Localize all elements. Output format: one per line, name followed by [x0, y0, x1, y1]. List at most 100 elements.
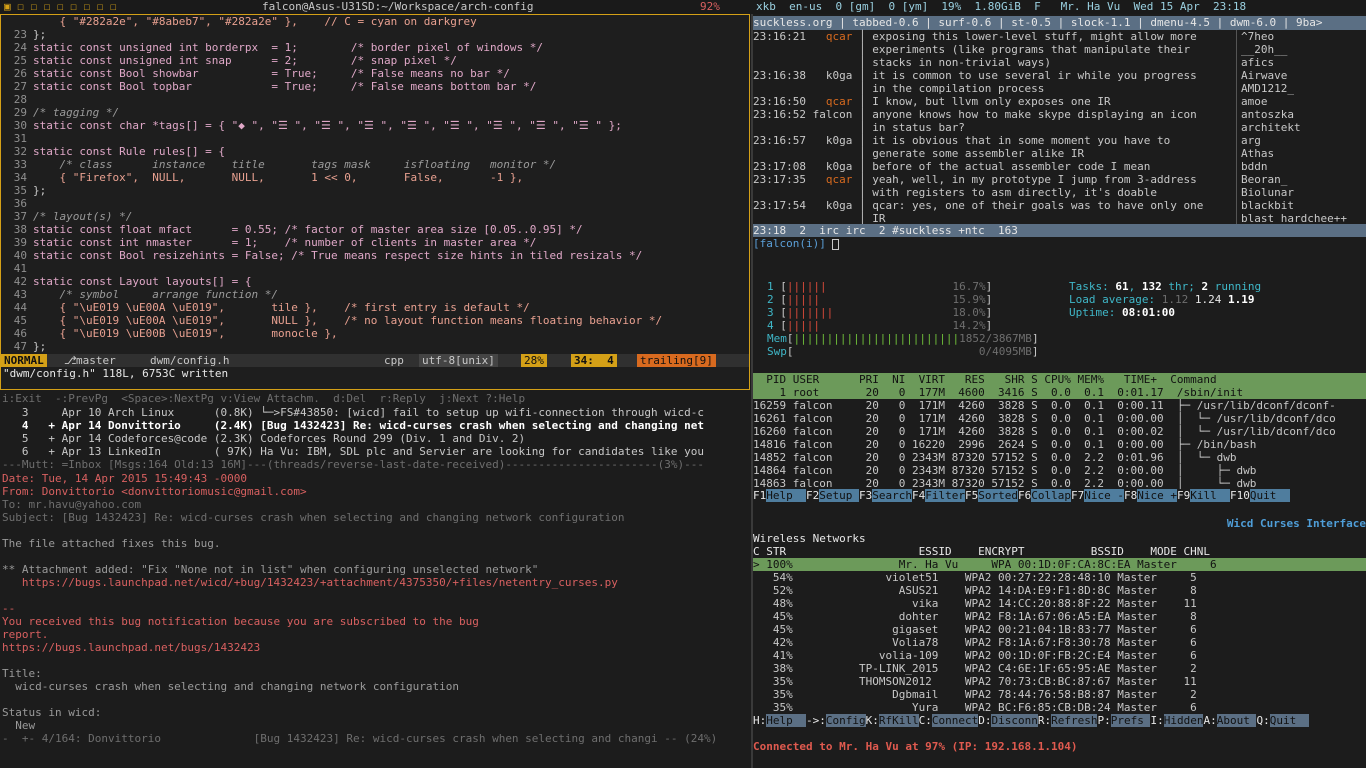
network-row[interactable]: 52% ASUS21 WPA2 14:DA:E9:F1:8D:8C Master…	[753, 584, 1366, 597]
nick-item[interactable]: Airwave	[1237, 69, 1366, 82]
network-row[interactable]: 54% violet51 WPA2 00:27:22:28:48:10 Mast…	[753, 571, 1366, 584]
wicd-network-list[interactable]: 54% violet51 WPA2 00:27:22:28:48:10 Mast…	[753, 571, 1366, 714]
network-row[interactable]: 45% gigaset WPA2 00:21:04:1B:83:77 Maste…	[753, 623, 1366, 636]
wicd-key-label[interactable]: Help	[766, 714, 806, 727]
htop-process-list[interactable]: 1 root 20 0 177M 4600 3416 S 0.0 0.1 0:0…	[753, 386, 1366, 490]
wicd-key-label[interactable]: Refresh	[1051, 714, 1098, 727]
nick-item[interactable]: arg	[1237, 134, 1366, 147]
tag-icons[interactable]: ▣ ☐ ☐ ☐ ☐ ☐ ☐ ☐ ☐	[4, 0, 117, 14]
nick-item[interactable]: bddn	[1237, 160, 1366, 173]
code-line[interactable]: 24 static const unsigned int borderpx = 1…	[3, 41, 747, 54]
wicd-key[interactable]: ->:	[806, 714, 826, 727]
code-line[interactable]: 38 static const float mfact = 0.55; /* fa…	[3, 223, 747, 236]
code-line[interactable]: 36	[3, 197, 747, 210]
mail-list-item[interactable]: 6 + Apr 13 LinkedIn ( 97K) Ha Vu: IBM, S…	[2, 445, 748, 458]
nick-item[interactable]: antoszka	[1237, 108, 1366, 121]
vim-buffer[interactable]: { "#282a2e", "#8abeb7", "#282a2e" }, // …	[3, 15, 747, 353]
wicd-key[interactable]: A:	[1203, 714, 1216, 727]
wicd-pane[interactable]: Wicd Curses Interface Wireless Networks …	[753, 515, 1366, 768]
code-line[interactable]: 34 { "Firefox", NULL, NULL, 1 << 0, Fals…	[3, 171, 747, 184]
wicd-key[interactable]: D:	[978, 714, 991, 727]
code-line[interactable]: 42 static const Layout layouts[] = {	[3, 275, 747, 288]
process-row[interactable]: 16260 falcon 20 0 171M 4260 3828 S 0.0 0…	[753, 425, 1366, 438]
fkey-f1[interactable]: F1	[753, 489, 767, 502]
network-row[interactable]: 48% vika WPA2 14:CC:20:88:8F:22 Master 1…	[753, 597, 1366, 610]
network-row[interactable]: 35% Yura WPA2 BC:F6:85:CB:DB:24 Master 6	[753, 701, 1366, 714]
wicd-key[interactable]: K:	[866, 714, 879, 727]
htop-pane[interactable]: 1 [|||||| 16.7%] 2 [||||| 15.9%] 3 [||||||…	[753, 278, 1366, 502]
code-line[interactable]: 31	[3, 132, 747, 145]
fkey-f3[interactable]: F3	[859, 489, 873, 502]
wicd-key[interactable]: C:	[919, 714, 932, 727]
mutt-message-list[interactable]: 3 Apr 10 Arch Linux (0.8K) └─>FS#43850: …	[2, 406, 748, 458]
fkey-f8[interactable]: F8	[1124, 489, 1138, 502]
process-row[interactable]: 16261 falcon 20 0 171M 4260 3828 S 0.0 0…	[753, 412, 1366, 425]
network-row[interactable]: 41% volia-109 WPA2 00:1D:0F:FB:2C:E4 Mas…	[753, 649, 1366, 662]
wicd-key-label[interactable]: Prefs	[1110, 714, 1151, 727]
mail-list-item[interactable]: 5 + Apr 14 Codeforces@code (2.3K) Codefo…	[2, 432, 748, 445]
fkey-f2[interactable]: F2	[806, 489, 820, 502]
nick-item[interactable]: amoe	[1237, 95, 1366, 108]
fkey-label[interactable]: Quit	[1249, 489, 1290, 502]
wicd-key[interactable]: Q:	[1256, 714, 1269, 727]
fkey-label[interactable]: Nice -	[1084, 489, 1124, 502]
wicd-key-label[interactable]: Config	[825, 714, 866, 727]
wicd-key-label[interactable]: Hidden	[1163, 714, 1204, 727]
code-line[interactable]: 41	[3, 262, 747, 275]
vim-cmdline[interactable]: "dwm/config.h" 118L, 6753C written	[3, 367, 747, 380]
process-row[interactable]: 14864 falcon 20 0 2343M 87320 57152 S 0.…	[753, 464, 1366, 477]
wicd-key[interactable]: I:	[1150, 714, 1163, 727]
code-line[interactable]: 23};	[3, 28, 747, 41]
network-row[interactable]: 38% TP-LINK_2015 WPA2 C4:6E:1F:65:95:AE …	[753, 662, 1366, 675]
wicd-key-label[interactable]: RfKill	[878, 714, 919, 727]
fkey-f10[interactable]: F10	[1230, 489, 1250, 502]
fkey-f9[interactable]: F9	[1177, 489, 1191, 502]
fkey-label[interactable]: Search	[872, 489, 912, 502]
code-line[interactable]: 25 static const unsigned int snap = 2; /*…	[3, 54, 747, 67]
nick-item[interactable]: Athas	[1237, 147, 1366, 160]
nick-item[interactable]: ^7heo	[1237, 30, 1366, 43]
wicd-key-label[interactable]: About	[1216, 714, 1257, 727]
irc-input[interactable]: [falcon(i)]	[753, 237, 840, 250]
code-line[interactable]: { "#282a2e", "#8abeb7", "#282a2e" }, // …	[3, 15, 747, 28]
process-row[interactable]: 14852 falcon 20 0 2343M 87320 57152 S 0.…	[753, 451, 1366, 464]
fkey-label[interactable]: Setup	[819, 489, 859, 502]
nick-item[interactable]: AMD1212_	[1237, 82, 1366, 95]
code-line[interactable]: 46 { "\uE019 \uE00B \uE019", monocle },	[3, 327, 747, 340]
network-row[interactable]: 35% Dgbmail WPA2 78:44:76:58:B8:87 Maste…	[753, 688, 1366, 701]
nick-item[interactable]: __20h__	[1237, 43, 1366, 56]
network-row[interactable]: 45% dohter WPA2 F8:1A:67:06:A5:EA Master…	[753, 610, 1366, 623]
code-line[interactable]: 44 { "\uE019 \uE00A \uE019", tile }, /* …	[3, 301, 747, 314]
nick-item[interactable]: Beoran_	[1237, 173, 1366, 186]
vim-editor-pane[interactable]: { "#282a2e", "#8abeb7", "#282a2e" }, // …	[0, 14, 750, 390]
process-row[interactable]: 14816 falcon 20 0 16220 2996 2624 S 0.0 …	[753, 438, 1366, 451]
fkey-label[interactable]: Help	[766, 489, 806, 502]
mail-list-item[interactable]: 3 Apr 10 Arch Linux (0.8K) └─>FS#43850: …	[2, 406, 748, 419]
code-line[interactable]: 26 static const Bool showbar = True; /* F…	[3, 67, 747, 80]
wicd-selected-network[interactable]: > 100% Mr. Ha Vu WPA 00:1D:0F:CA:8C:EA M…	[753, 558, 1366, 571]
fkey-f7[interactable]: F7	[1071, 489, 1085, 502]
nick-item[interactable]: blackbit	[1237, 199, 1366, 212]
code-line[interactable]: 29 /* tagging */	[3, 106, 747, 119]
fkey-label[interactable]: Kill	[1190, 489, 1230, 502]
wicd-key-label[interactable]: Connect	[931, 714, 979, 727]
fkey-label[interactable]: Filter	[925, 489, 965, 502]
wicd-key[interactable]: R:	[1038, 714, 1051, 727]
mutt-mail-pane[interactable]: i:Exit -:PrevPg <Space>:NextPg v:View At…	[0, 392, 750, 768]
code-line[interactable]: 33 /* class instance title tags mask isf…	[3, 158, 747, 171]
mail-list-item[interactable]: 4 + Apr 14 Donvittorio (2.4K) [Bug 14324…	[2, 419, 748, 432]
code-line[interactable]: 43 /* symbol arrange function */	[3, 288, 747, 301]
irc-nicklist[interactable]: ^7heo __20h__ afics Airwave AMD1212_ amoe anto…	[1236, 30, 1366, 225]
wicd-key[interactable]: H:	[753, 714, 766, 727]
nick-item[interactable]: Biolunar	[1237, 186, 1366, 199]
wicd-key-label[interactable]: Quit	[1269, 714, 1310, 727]
code-line[interactable]: 40 static const Bool resizehints = False;…	[3, 249, 747, 262]
fkey-f6[interactable]: F6	[1018, 489, 1032, 502]
htop-column-header[interactable]: PID USER PRI NI VIRT RES SHR S CPU% MEM%…	[753, 373, 1366, 386]
code-line[interactable]: 47};	[3, 340, 747, 353]
fkey-label[interactable]: Collap	[1031, 489, 1071, 502]
htop-function-keys[interactable]: F1Help F2Setup F3SearchF4FilterF5SortedF…	[753, 489, 1366, 502]
wicd-key[interactable]: P:	[1097, 714, 1110, 727]
fkey-label[interactable]: Sorted	[978, 489, 1018, 502]
code-line[interactable]: 37 /* layout(s) */	[3, 210, 747, 223]
